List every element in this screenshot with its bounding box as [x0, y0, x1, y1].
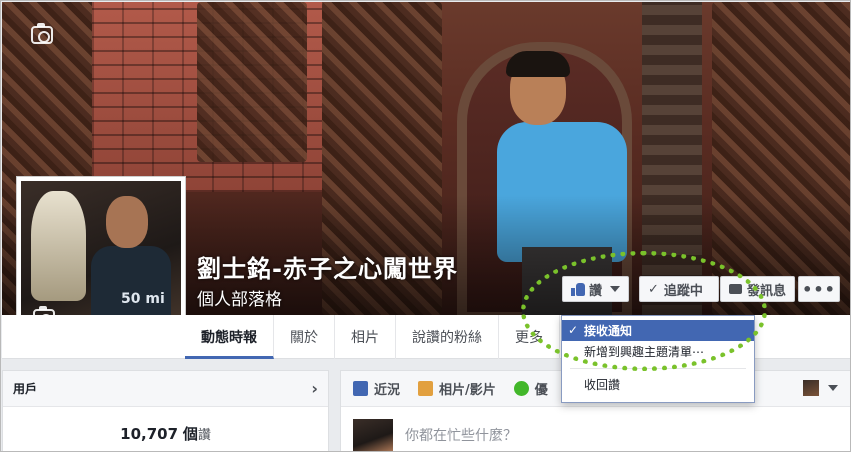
like-button[interactable]: 讚 — [562, 276, 629, 302]
composer-placeholder: 你都在忙些什麼？ — [405, 428, 517, 444]
statue-image — [31, 191, 86, 301]
photo-icon — [418, 381, 434, 396]
message-button[interactable]: 發訊息 — [720, 276, 795, 302]
like-dropdown-menu: ✓ 接收通知 新增到興趣主題清單⋯ 收回讚 — [561, 315, 755, 403]
likes-count-suffix: 讚 — [197, 428, 211, 443]
page-frame: 50 mi 劉士銘-赤子之心闖世界 個人部落格 讚 ✓ 追蹤中 發訊息 ••• … — [0, 0, 851, 452]
posting-as-avatar — [803, 380, 819, 396]
likes-count-unit: 個 — [182, 425, 198, 443]
menu-item-unlike[interactable]: 收回讚 — [562, 374, 754, 395]
composer-tab-offer[interactable]: 優 — [513, 379, 548, 398]
menu-item-label: 新增到興趣主題清單⋯ — [584, 345, 705, 359]
likes-count-number: 10,707 — [120, 425, 179, 443]
thumbs-up-icon — [571, 282, 585, 296]
composer-tab-status-label: 近況 — [374, 383, 401, 398]
chevron-down-icon — [828, 385, 838, 391]
message-bubble-icon — [729, 284, 742, 294]
composer-tab-status[interactable]: 近況 — [353, 379, 400, 398]
message-button-label: 發訊息 — [747, 283, 787, 299]
likes-count: 10,707 個讚 — [3, 423, 328, 444]
composer-input[interactable]: 你都在忙些什麼？ — [353, 419, 517, 451]
tab-photos[interactable]: 相片 — [335, 315, 396, 359]
check-icon: ✓ — [648, 281, 659, 297]
tab-timeline[interactable]: 動態時報 — [185, 315, 274, 359]
camera-icon[interactable] — [31, 23, 53, 44]
avatar-head — [106, 196, 148, 248]
page-name[interactable]: 劉士銘-赤子之心闖世界 — [197, 249, 458, 284]
avatar-shirt-text: 50 mi — [121, 291, 165, 307]
chevron-down-icon — [610, 286, 620, 292]
chevron-right-icon[interactable]: › — [311, 379, 318, 398]
posting-as-selector[interactable] — [803, 380, 838, 396]
menu-item-get-notifications[interactable]: ✓ 接收通知 — [562, 320, 754, 341]
menu-item-label: 收回讚 — [584, 378, 621, 392]
tab-about[interactable]: 關於 — [274, 315, 335, 359]
page-category: 個人部落格 — [197, 290, 282, 310]
likes-panel: 用戶 › 10,707 個讚 — [2, 370, 329, 451]
menu-item-label: 接收通知 — [584, 324, 633, 338]
tab-likes[interactable]: 說讚的粉絲 — [396, 315, 499, 359]
more-options-button[interactable]: ••• — [798, 276, 840, 302]
page-tabs: 動態時報 關於 相片 說讚的粉絲 更多 — [185, 315, 560, 359]
check-icon: ✓ — [568, 323, 579, 337]
composer-tab-photo[interactable]: 相片/影片 — [418, 379, 496, 398]
following-button[interactable]: ✓ 追蹤中 — [639, 276, 719, 302]
tab-more[interactable]: 更多 — [499, 315, 560, 359]
offer-icon — [513, 381, 529, 396]
composer-avatar — [353, 419, 393, 451]
likes-panel-header[interactable]: 用戶 › — [3, 371, 328, 407]
menu-item-add-to-interest-lists[interactable]: 新增到興趣主題清單⋯ — [562, 341, 754, 362]
pencil-icon — [353, 381, 368, 396]
composer-tab-offer-label: 優 — [534, 383, 548, 398]
likes-panel-title: 用戶 — [13, 382, 38, 396]
menu-divider — [570, 368, 746, 369]
following-button-label: 追蹤中 — [663, 283, 703, 299]
carving-statue — [197, 2, 307, 162]
composer-tab-photo-label: 相片/影片 — [439, 383, 496, 398]
like-button-label: 讚 — [588, 283, 602, 299]
